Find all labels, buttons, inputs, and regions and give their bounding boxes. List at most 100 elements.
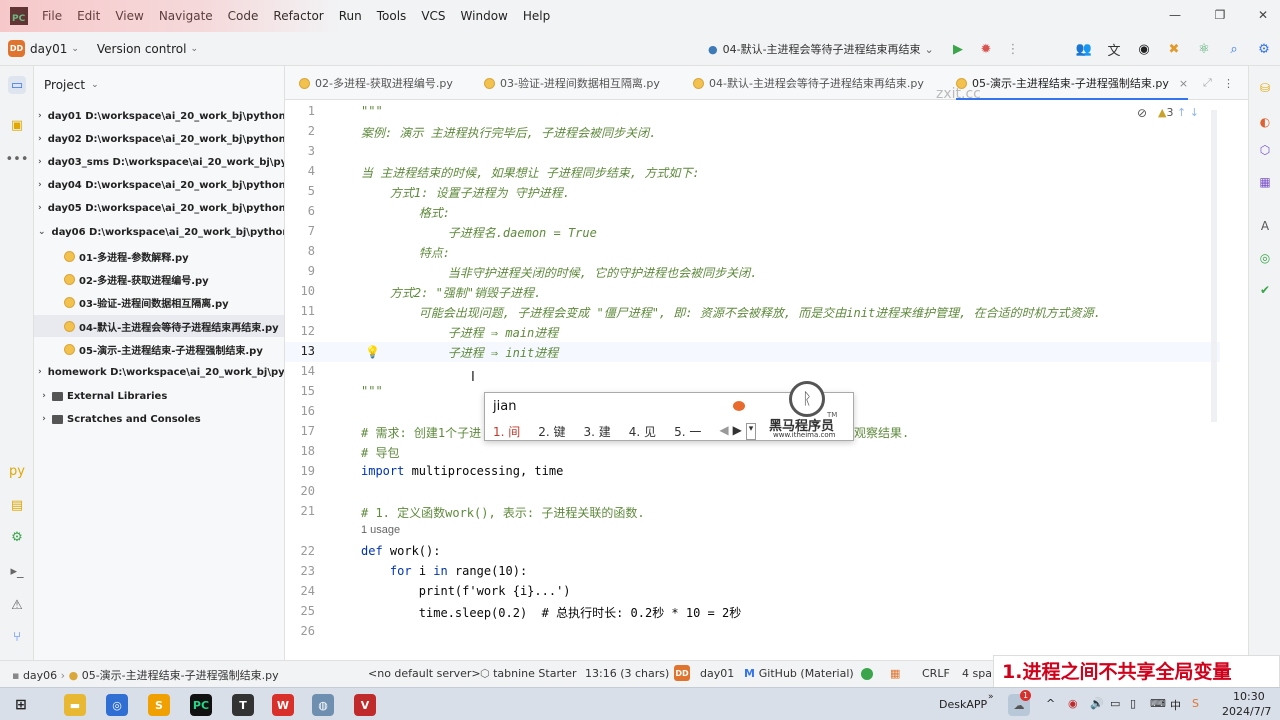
- tree-file-item[interactable]: 01-多进程-参数解释.py: [34, 245, 284, 267]
- menu-refactor[interactable]: Refactor: [273, 9, 323, 23]
- tabnine-status[interactable]: ⬡ tabnine Starter: [480, 667, 577, 680]
- menu-run[interactable]: Run: [339, 9, 362, 23]
- chevron-right-icon[interactable]: ›: [38, 367, 42, 377]
- react-icon[interactable]: ⚛: [1196, 41, 1212, 57]
- typora-icon[interactable]: T: [232, 694, 254, 716]
- chevron-right-icon[interactable]: ›: [38, 180, 42, 190]
- pycharm-logo-icon[interactable]: PC: [10, 7, 28, 25]
- chevron-right-icon[interactable]: ›: [38, 414, 50, 424]
- expand-icon[interactable]: ▾: [745, 423, 757, 440]
- tree-file-item[interactable]: 03-验证-进程间数据相互隔离.py: [34, 291, 284, 313]
- project-view-icon[interactable]: ▭: [8, 76, 26, 94]
- pin-tab-icon[interactable]: ⤢: [1203, 66, 1212, 100]
- tree-folder-item[interactable]: › day02 D:\workspace\ai_20_work_bj\python…: [34, 128, 284, 150]
- tree-file-item[interactable]: 05-演示-主进程结束-子进程强制结束.py: [34, 338, 284, 360]
- ime-skin-icon[interactable]: [733, 401, 745, 411]
- problems-icon[interactable]: ⚠: [8, 596, 26, 614]
- chevron-right-icon[interactable]: ›: [38, 157, 42, 167]
- clock-date[interactable]: 2024/7/7: [1222, 705, 1271, 718]
- tab-05-active[interactable]: 05-演示-主进程结束-子进程强制结束.py ×: [956, 66, 1189, 100]
- ime-candidate-window[interactable]: jian 1. 间 2. 键 3. 建 4. 见 5. 一 ◀ ▶ ▾ ᚱ TM…: [484, 381, 854, 441]
- code-editor[interactable]: 1 2 3 4 5 6 7 8 9 10 11 12 13 14 15 16 17 18 19 20 21 22 23 24 2…: [285, 100, 1220, 660]
- check-icon[interactable]: ✔: [1257, 282, 1273, 298]
- python-console-icon[interactable]: py: [8, 462, 26, 480]
- tree-file-item[interactable]: 04-默认-主进程会等待子进程结束再结束.py: [34, 315, 284, 337]
- chevron-right-icon[interactable]: ›: [38, 391, 50, 401]
- project-name[interactable]: day01: [30, 42, 67, 56]
- chevron-down-icon[interactable]: ⌄: [71, 44, 79, 54]
- tree-folder-item[interactable]: › homework D:\workspace\ai_20_work_bj\pyt…: [34, 361, 284, 383]
- indent-setting[interactable]: 4 spa: [962, 667, 992, 680]
- restore-icon[interactable]: ❐: [1213, 8, 1227, 22]
- tab-03[interactable]: 03-验证-进程间数据相互隔离.py: [484, 66, 660, 100]
- terminal-icon[interactable]: ▸_: [8, 562, 26, 580]
- project-badge[interactable]: DD: [8, 40, 25, 57]
- clock-time[interactable]: 10:30: [1233, 690, 1265, 703]
- bookmarks-icon[interactable]: ▣: [8, 116, 26, 134]
- next-page-icon[interactable]: ▶: [733, 423, 742, 440]
- intention-bulb-icon[interactable]: 💡: [365, 345, 380, 359]
- tree-folder-item[interactable]: › External Libraries: [34, 385, 284, 407]
- recorder-icon[interactable]: V: [354, 694, 376, 716]
- sogou-icon[interactable]: S: [1192, 697, 1199, 710]
- run-configuration-selector[interactable]: ● 04-默认-主进程会等待子进程结束再结束 ⌄: [708, 41, 934, 57]
- services-icon[interactable]: ▤: [8, 496, 26, 514]
- sublime-icon[interactable]: S: [148, 694, 170, 716]
- menu-edit[interactable]: Edit: [77, 9, 100, 23]
- run-icon[interactable]: ▶: [950, 41, 966, 57]
- line-ending[interactable]: CRLF: [922, 667, 950, 680]
- tray-arrow-icon[interactable]: ^: [1046, 697, 1055, 710]
- battery-icon[interactable]: ▯: [1130, 697, 1136, 710]
- tree-file-item[interactable]: 02-多进程-获取进程编号.py: [34, 268, 284, 290]
- menu-help[interactable]: Help: [523, 9, 550, 23]
- deskapp-label[interactable]: DeskAPP: [939, 698, 987, 711]
- windows-start-icon[interactable]: ⊞: [10, 694, 32, 716]
- chevron-right-icon[interactable]: ›: [38, 134, 42, 144]
- search-icon[interactable]: ⌕: [1226, 41, 1242, 57]
- network-icon[interactable]: ▭: [1110, 697, 1120, 710]
- keyboard-icon[interactable]: ⌨: [1150, 697, 1166, 710]
- tree-folder-item[interactable]: › day01 D:\workspace\ai_20_work_bj\python…: [34, 105, 284, 127]
- editor-scrollbar[interactable]: [1211, 110, 1217, 422]
- version-control-button[interactable]: Version control: [97, 42, 187, 56]
- sciview-icon[interactable]: ▦: [1257, 174, 1273, 190]
- plugin-icon[interactable]: ⬡: [1257, 142, 1273, 158]
- minimize-icon[interactable]: —: [1168, 8, 1182, 22]
- reader-mode-icon[interactable]: ⊘: [1137, 106, 1147, 120]
- status-project[interactable]: day01: [700, 667, 734, 680]
- file-explorer-icon[interactable]: ▬: [64, 694, 86, 716]
- settings-icon[interactable]: ⚙: [1256, 41, 1272, 57]
- chevron-down-icon[interactable]: ⌄: [190, 44, 198, 54]
- ime-candidate[interactable]: 5. 一: [674, 423, 701, 440]
- more-actions-icon[interactable]: ⋮: [1005, 41, 1021, 57]
- ime-candidate[interactable]: 2. 键: [538, 423, 565, 440]
- coverage-icon[interactable]: ◎: [1257, 250, 1273, 266]
- notifications-icon[interactable]: ◐: [1257, 114, 1273, 130]
- tree-folder-item[interactable]: › day04 D:\workspace\ai_20_work_bj\python…: [34, 174, 284, 196]
- menu-vcs[interactable]: VCS: [421, 9, 445, 23]
- debug-icon[interactable]: ✹: [978, 41, 994, 57]
- database-icon[interactable]: ⛁: [1257, 80, 1273, 96]
- chevron-right-icon[interactable]: »: [988, 692, 994, 702]
- ai-assistant-icon[interactable]: ◉: [1136, 41, 1152, 57]
- tree-folder-item[interactable]: ⌄ day06 D:\workspace\ai_20_work_bj\python…: [34, 221, 284, 243]
- menu-navigate[interactable]: Navigate: [159, 9, 213, 23]
- pycharm-taskbar-icon[interactable]: PC: [190, 694, 212, 716]
- inspection-widget[interactable]: ▲3 ↑ ↓: [1158, 106, 1199, 119]
- breadcrumb[interactable]: ▪ day06 › ● 05-演示-主进程结束-子进程强制结束.py: [12, 667, 279, 683]
- code-with-me-icon[interactable]: 👥: [1076, 41, 1092, 57]
- menu-code[interactable]: Code: [228, 9, 259, 23]
- translate-icon[interactable]: 文: [1106, 41, 1122, 59]
- tree-folder-item[interactable]: › Scratches and Consoles: [34, 408, 284, 430]
- feishu-icon[interactable]: ◎: [106, 694, 128, 716]
- volume-icon[interactable]: 🔊: [1090, 697, 1104, 710]
- chevron-down-icon[interactable]: ⌄: [38, 227, 46, 237]
- chevron-right-icon[interactable]: ›: [38, 203, 42, 213]
- ime-candidate[interactable]: 4. 见: [629, 423, 656, 440]
- tab-menu-icon[interactable]: ⋮: [1223, 66, 1234, 100]
- prev-page-icon[interactable]: ◀: [719, 423, 728, 440]
- close-tab-icon[interactable]: ×: [1179, 77, 1188, 90]
- project-panel-header[interactable]: Project ⌄: [34, 66, 284, 104]
- menu-window[interactable]: Window: [461, 9, 508, 23]
- menu-file[interactable]: File: [42, 9, 62, 23]
